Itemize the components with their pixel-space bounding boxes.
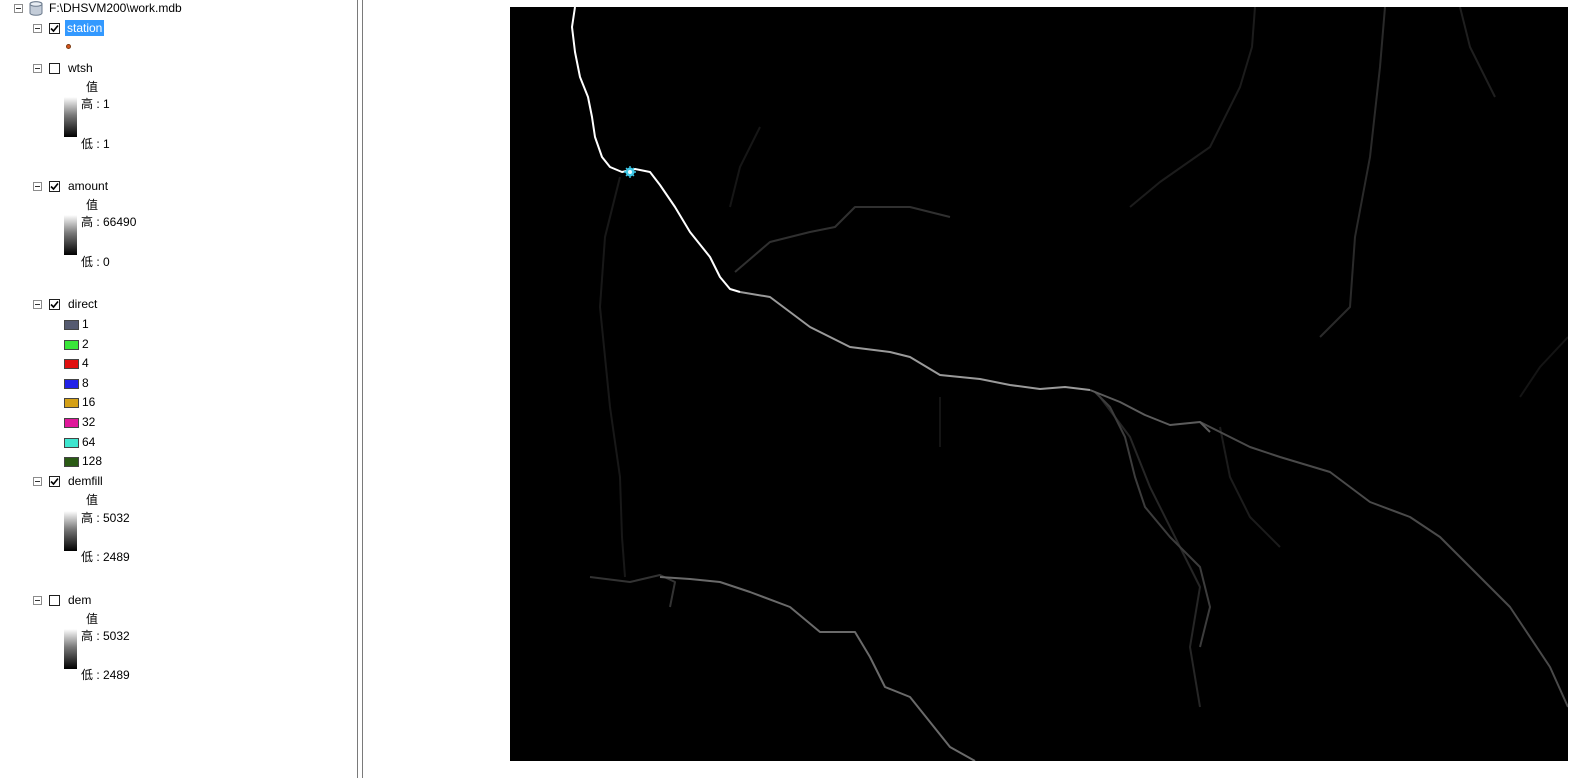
direct-class-swatch [64, 340, 79, 350]
flow-network-map [571, 7, 1568, 761]
table-of-contents: F:\DHSVM200\work.mdb station wtsh 值 高 : … [0, 0, 357, 778]
layer-name-dem[interactable]: dem [68, 592, 91, 608]
tributary-stream [1219, 426, 1281, 548]
direct-class-swatch [64, 379, 79, 389]
collapse-dem-button[interactable] [33, 596, 42, 605]
amount-visibility-checkbox[interactable] [49, 181, 60, 192]
wtsh-value-heading: 值 [86, 80, 99, 94]
direct-class-swatch [64, 457, 79, 467]
direct-class-label: 2 [82, 337, 89, 351]
demfill-color-ramp [64, 511, 77, 551]
direct-class-swatch [64, 418, 79, 428]
collapse-root-button[interactable] [14, 4, 23, 13]
demfill-value-heading: 值 [86, 493, 99, 507]
wtsh-low-label: 低 : 1 [81, 137, 110, 151]
station-point-symbol-icon [66, 44, 71, 49]
dem-value-heading: 值 [86, 612, 99, 626]
collapse-station-button[interactable] [33, 24, 42, 33]
collapse-amount-button[interactable] [33, 182, 42, 191]
station-marker-icon [624, 166, 636, 178]
map-view[interactable] [363, 0, 1593, 778]
direct-class-label: 32 [82, 415, 96, 429]
tributary-stream [1319, 7, 1386, 338]
tributary-stream [734, 206, 951, 273]
tributary-stream [599, 176, 626, 578]
amount-value-heading: 值 [86, 198, 99, 212]
demfill-high-label: 高 : 5032 [81, 511, 130, 525]
tributary-stream [729, 126, 761, 208]
wtsh-color-ramp [64, 97, 77, 137]
amount-high-label: 高 : 66490 [81, 215, 137, 229]
demfill-low-label: 低 : 2489 [81, 550, 130, 564]
direct-class-swatch [64, 438, 79, 448]
database-icon [29, 1, 43, 19]
demfill-visibility-checkbox[interactable] [49, 476, 60, 487]
direct-class-swatch [64, 398, 79, 408]
direct-class-label: 64 [82, 435, 96, 449]
tributary-stream [1129, 7, 1256, 208]
wtsh-high-label: 高 : 1 [81, 97, 110, 111]
amount-color-ramp [64, 215, 77, 255]
direct-visibility-checkbox[interactable] [49, 299, 60, 310]
direct-class-label: 1 [82, 317, 89, 331]
layer-name-wtsh[interactable]: wtsh [68, 60, 93, 76]
secondary-stream [1199, 421, 1568, 708]
dem-high-label: 高 : 5032 [81, 629, 130, 643]
tributary-stream [1519, 336, 1568, 398]
dem-visibility-checkbox[interactable] [49, 595, 60, 606]
layer-name-amount[interactable]: amount [68, 178, 108, 194]
main-stream [739, 291, 1091, 391]
collapse-direct-button[interactable] [33, 300, 42, 309]
direct-class-label: 16 [82, 395, 96, 409]
wtsh-visibility-checkbox[interactable] [49, 63, 60, 74]
layer-name-demfill[interactable]: demfill [68, 473, 103, 489]
main-stream [571, 7, 741, 293]
layer-name-direct[interactable]: direct [68, 296, 97, 312]
secondary-stream [1094, 391, 1211, 648]
layer-name-station[interactable]: station [65, 20, 105, 36]
dem-low-label: 低 : 2489 [81, 668, 130, 682]
tributary-stream [1459, 7, 1496, 98]
direct-class-label: 128 [82, 454, 103, 468]
direct-class-swatch [64, 320, 79, 330]
direct-class-label: 8 [82, 376, 89, 390]
dem-color-ramp [64, 629, 77, 669]
collapse-demfill-button[interactable] [33, 477, 42, 486]
amount-low-label: 低 : 0 [81, 255, 110, 269]
direct-class-label: 4 [82, 356, 89, 370]
main-stream [1089, 389, 1211, 433]
raster-layer-display [510, 7, 1568, 761]
data-source-label[interactable]: F:\DHSVM200\work.mdb [49, 1, 182, 15]
collapse-wtsh-button[interactable] [33, 64, 42, 73]
tributary-stream [589, 574, 676, 608]
station-visibility-checkbox[interactable] [49, 23, 60, 34]
secondary-stream [659, 576, 976, 761]
direct-class-swatch [64, 359, 79, 369]
